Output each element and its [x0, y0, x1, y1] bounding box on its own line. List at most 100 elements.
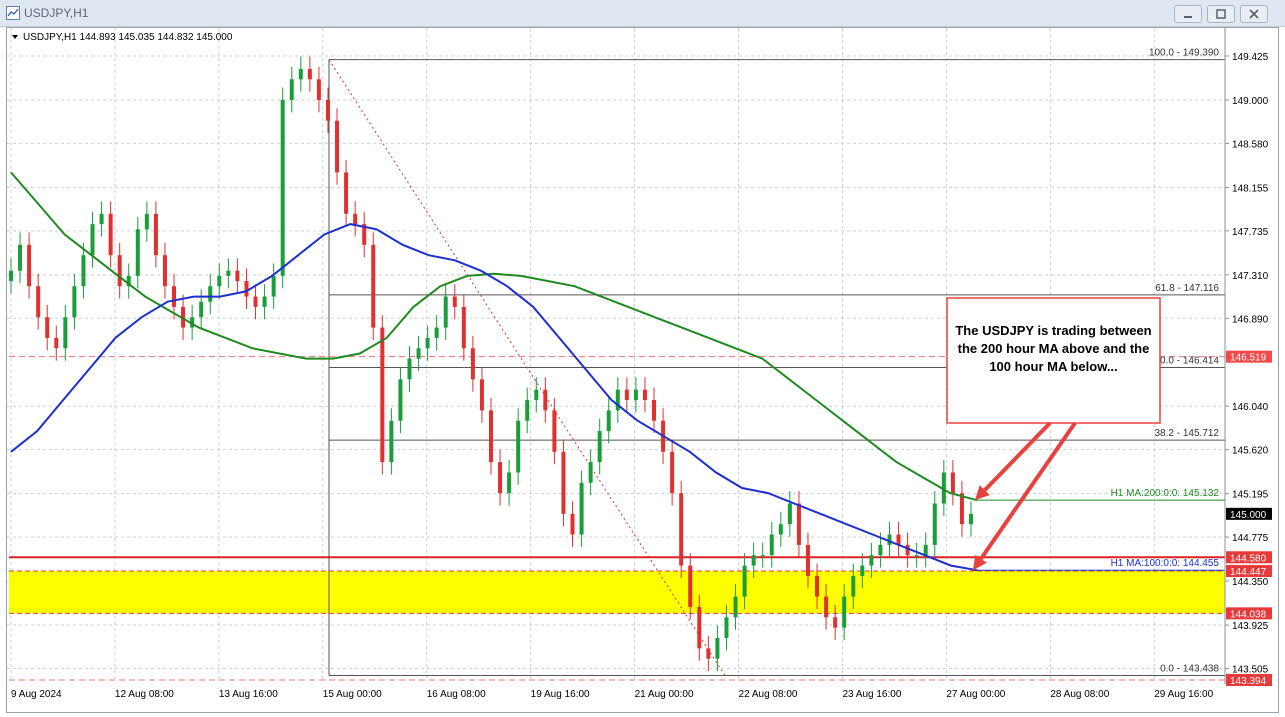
candle-body	[489, 410, 493, 463]
candle-body	[72, 286, 77, 318]
x-tick-label: 22 Aug 08:00	[739, 689, 798, 700]
candle-body	[470, 348, 475, 380]
x-tick-label: 16 Aug 08:00	[427, 689, 486, 700]
candle-body	[217, 275, 222, 287]
candle-body	[552, 410, 557, 452]
candle-body	[298, 68, 303, 80]
candle-body	[280, 99, 285, 276]
price-tag-label: 145.000	[1230, 510, 1267, 521]
candle-body	[407, 358, 412, 380]
candle-body	[461, 306, 466, 349]
candle-body	[335, 120, 340, 173]
candle-body	[117, 255, 122, 287]
candle-body	[624, 389, 629, 401]
candle-body	[344, 172, 349, 214]
candle-body	[81, 255, 86, 287]
candle-body	[751, 555, 756, 566]
fib-label: 61.8 - 147.116	[1155, 283, 1219, 294]
y-tick-label: 143.925	[1232, 621, 1269, 632]
price-tag: 146.519	[1226, 350, 1272, 364]
window-title: USDJPY,H1	[24, 6, 89, 20]
candle-body	[869, 555, 874, 566]
x-axis-ticks: 9 Aug 2024 12 Aug 08:00 13 Aug 16:00 15 Aug…	[11, 689, 1214, 700]
candle-body	[534, 389, 539, 401]
candle-body	[325, 99, 330, 121]
candle-body	[316, 79, 321, 100]
ma100-label: H1 MA:100:0:0: 144.455	[1111, 558, 1220, 569]
candle-body	[27, 244, 32, 287]
candle-body	[371, 244, 376, 328]
candle-body	[805, 544, 810, 576]
annotation-line: 100 hour MA below...	[989, 359, 1117, 374]
candle-body	[244, 281, 249, 297]
ma100-line	[10, 223, 978, 572]
x-tick-label: 9 Aug 2024	[11, 689, 62, 700]
x-tick-label: 29 Aug 16:00	[1154, 689, 1213, 700]
candle-body	[950, 472, 955, 494]
candle-body	[271, 275, 276, 297]
dropdown-arrow-icon[interactable]	[12, 35, 18, 39]
minimize-button[interactable]	[1174, 5, 1202, 23]
y-tick-label: 149.425	[1232, 52, 1269, 63]
y-tick-label: 148.155	[1232, 183, 1269, 194]
candle-body	[416, 348, 421, 359]
chart-area[interactable]: 100.0 - 149.390 61.8 - 147.116 50.0 - 146.…	[6, 27, 1279, 713]
candle-body	[851, 575, 856, 597]
candle-body	[434, 327, 439, 338]
maximize-icon	[1216, 9, 1226, 19]
support-zone	[9, 571, 1225, 614]
candle-body	[815, 575, 820, 597]
candle-body	[932, 503, 937, 545]
candle-body	[144, 213, 149, 230]
x-tick-label: 12 Aug 08:00	[115, 689, 174, 700]
candle-body	[787, 503, 792, 525]
candle-body	[633, 389, 638, 401]
candle-body	[670, 451, 675, 494]
candle-body	[99, 213, 104, 225]
candle-body	[715, 637, 720, 659]
y-tick-label: 145.620	[1232, 446, 1269, 457]
price-tag-label: 144.447	[1230, 567, 1267, 578]
price-tag: 144.038	[1226, 607, 1272, 620]
symbol-info: USDJPY,H1 144.893 145.035 144.832 145.00…	[12, 32, 233, 43]
close-button[interactable]	[1240, 5, 1268, 23]
candle-body	[742, 565, 747, 597]
candle-body	[307, 68, 312, 80]
candle-body	[253, 296, 258, 307]
candle-body	[688, 565, 693, 607]
candle-body	[796, 503, 801, 545]
candle-body	[959, 493, 964, 525]
candle-body	[9, 270, 13, 282]
candle-body	[172, 286, 177, 307]
candle-body	[833, 617, 838, 628]
candle-body	[135, 229, 140, 276]
fib-label: 100.0 - 149.390	[1149, 48, 1219, 59]
price-chart[interactable]: 100.0 - 149.390 61.8 - 147.116 50.0 - 146.…	[7, 28, 1278, 712]
candle-body	[706, 648, 711, 659]
y-tick-label: 148.580	[1232, 139, 1269, 150]
candle-body	[824, 596, 829, 618]
price-tag: 143.394	[1226, 674, 1272, 687]
candle-body	[760, 555, 765, 557]
candle-body	[561, 451, 566, 514]
window-titlebar: USDJPY,H1	[0, 0, 1285, 27]
candle-body	[226, 270, 231, 276]
y-tick-label: 147.735	[1232, 227, 1269, 238]
fib-label: 38.2 - 145.712	[1155, 428, 1220, 439]
maximize-button[interactable]	[1207, 5, 1235, 23]
annotation-callout: The USDJPY is trading between the 200 hou…	[946, 297, 1161, 571]
candle-body	[452, 296, 457, 307]
candle-body	[153, 213, 158, 256]
candle-body	[652, 400, 657, 421]
candle-body	[769, 534, 774, 556]
candle-body	[525, 400, 530, 421]
candle-body	[63, 317, 68, 349]
price-tag-label: 146.519	[1230, 353, 1267, 364]
candle-body	[389, 420, 394, 463]
candle-body	[108, 213, 113, 256]
candle-body	[697, 606, 702, 649]
candle-body	[597, 431, 602, 463]
y-axis-ticks: 149.425 149.000 148.580 148.155 147.735 147.3…	[1225, 52, 1269, 676]
close-icon	[1249, 9, 1259, 19]
price-tag: 144.447	[1226, 565, 1272, 578]
